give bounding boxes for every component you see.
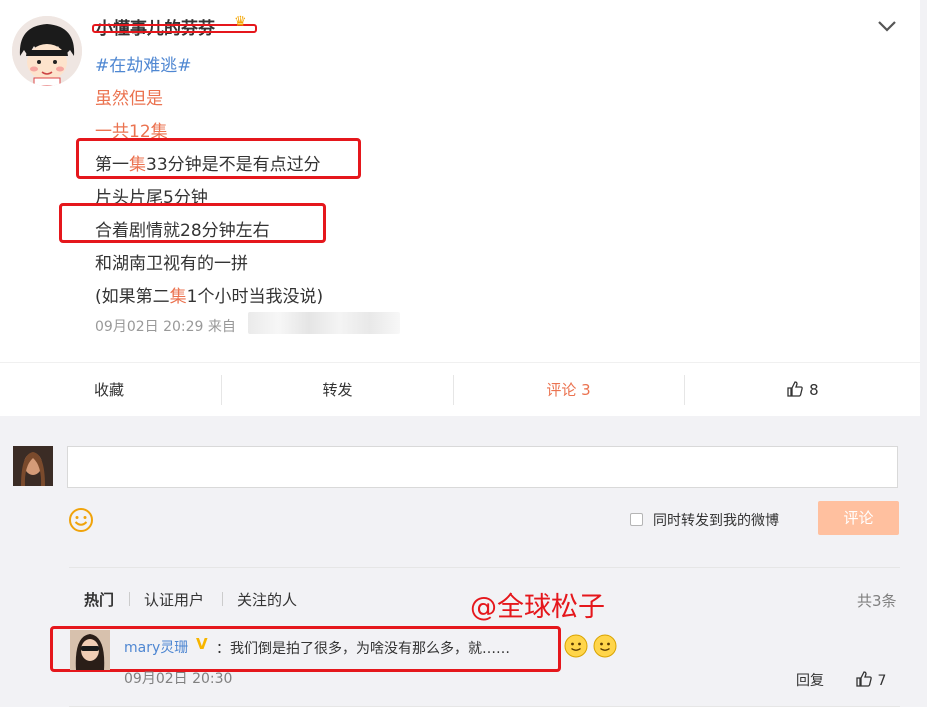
post-time[interactable]: 09月02日 20:29: [95, 319, 203, 335]
favorite-button[interactable]: 收藏: [0, 363, 218, 417]
post-line: #在劫难逃#: [95, 51, 192, 76]
like-button[interactable]: 8: [685, 363, 920, 417]
page-gutter: [920, 0, 927, 707]
post-text: 和湖南卫视有的一拼: [95, 254, 248, 274]
post-meta: 09月02日 20:29 来自: [95, 316, 236, 336]
post-text: 虽然但是: [95, 89, 163, 109]
comment-button[interactable]: 评论 3: [454, 363, 683, 417]
comment-count: 共3条: [857, 592, 897, 610]
comment-avatar[interactable]: [70, 630, 110, 670]
verified-badge-icon: V: [196, 635, 208, 653]
tab-verified-users[interactable]: 认证用户: [144, 589, 204, 610]
comment-time: 09月02日 20:30: [124, 671, 233, 687]
repost-button[interactable]: 转发: [222, 363, 453, 417]
post-source-prefix: 来自: [207, 319, 236, 335]
tab-following[interactable]: 关注的人: [237, 589, 297, 610]
comment-body: 我们倒是拍了很多，为啥没有那么多，就……: [230, 641, 510, 657]
smile-emoji-icon: [564, 634, 588, 658]
post-line: 虽然但是: [95, 84, 163, 109]
submit-comment-button[interactable]: 评论: [818, 501, 899, 535]
comment-input[interactable]: [67, 446, 898, 488]
like-count: 8: [809, 381, 819, 399]
comment-like-count: 7: [877, 673, 887, 689]
post-text: (如果第二: [95, 287, 170, 307]
comment-separator: ：: [216, 641, 230, 657]
crown-badge-icon: ♛: [234, 14, 247, 30]
smile-emoji-icon: [593, 634, 617, 658]
annotation-box: [76, 138, 361, 179]
repost-checkbox-label[interactable]: 同时转发到我的微博: [653, 510, 779, 530]
tab-hot[interactable]: 热门: [84, 589, 114, 610]
divider: [69, 567, 900, 568]
annotation-strike-box: [92, 24, 257, 33]
divider: [222, 592, 223, 606]
comment-like-button[interactable]: 7: [855, 670, 886, 692]
blurred-source: [248, 312, 400, 334]
divider: [129, 592, 130, 606]
post-line: (如果第二集1个小时当我没说): [95, 282, 323, 307]
emoji-picker-icon[interactable]: [68, 507, 94, 533]
chevron-down-icon[interactable]: [876, 18, 898, 32]
watermark: @全球松子: [470, 592, 605, 623]
topic-link[interactable]: #在劫难逃#: [95, 56, 192, 76]
repost-checkbox[interactable]: [630, 513, 643, 526]
my-avatar: [13, 446, 53, 486]
comment-username[interactable]: mary灵珊: [124, 637, 188, 657]
action-bar: 收藏 转发 评论 3 8: [0, 362, 920, 417]
annotation-box: [59, 203, 326, 243]
comment-text: ：我们倒是拍了很多，为啥没有那么多，就……: [216, 638, 510, 658]
thumbs-up-icon: [786, 366, 804, 420]
thumbs-up-icon: [855, 670, 873, 692]
reply-button[interactable]: 回复: [796, 670, 824, 690]
post-text: 1个小时当我没说): [186, 287, 324, 307]
post-line: 和湖南卫视有的一拼: [95, 249, 248, 274]
post-text: 集: [169, 287, 187, 307]
author-avatar[interactable]: [12, 16, 82, 86]
